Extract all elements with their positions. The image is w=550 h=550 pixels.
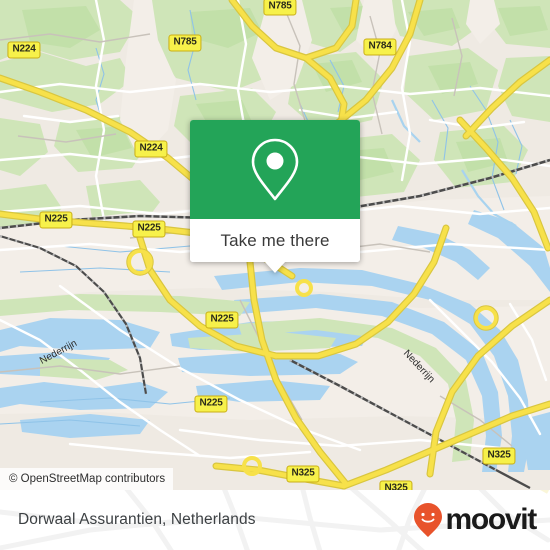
road-shield: N224 [7,41,41,59]
road-shield: N785 [263,0,297,16]
road-shield: N225 [194,395,228,413]
moovit-brand-logo[interactable]: moovit [413,502,537,538]
moovit-map-screenshot: N785 N785 N784 N224 N224 N225 N225 N225 N225 N325… [0,0,550,550]
road-shield: N325 [286,465,320,483]
footer-bar: Dorwaal Assurantien, Netherlands moovit [0,490,550,550]
popup-cta[interactable]: Take me there [190,219,360,262]
road-shield: N784 [363,38,397,56]
road-shield: N225 [39,211,73,229]
moovit-smiley-pin-icon [414,503,443,537]
road-shield: N325 [379,480,413,490]
map-viewport[interactable]: N785 N785 N784 N224 N224 N225 N225 N225 N225 N325… [0,0,550,490]
place-title: Dorwaal Assurantien, Netherlands [18,511,256,528]
road-shield: N785 [168,34,202,52]
road-shield: N225 [205,311,239,329]
location-popup-card[interactable]: Take me there [190,120,360,273]
popup-tail [264,261,286,273]
attribution-text: © OpenStreetMap contributors [9,473,166,485]
popup-header [190,120,360,219]
map-pin-icon [251,138,299,200]
take-me-there-label: Take me there [220,230,330,250]
road-shield: N325 [482,447,516,465]
road-shield: N225 [132,220,166,238]
moovit-wordmark: moovit [445,503,537,536]
openstreetmap-attribution[interactable]: © OpenStreetMap contributors [0,468,174,490]
road-shield: N224 [134,140,168,158]
